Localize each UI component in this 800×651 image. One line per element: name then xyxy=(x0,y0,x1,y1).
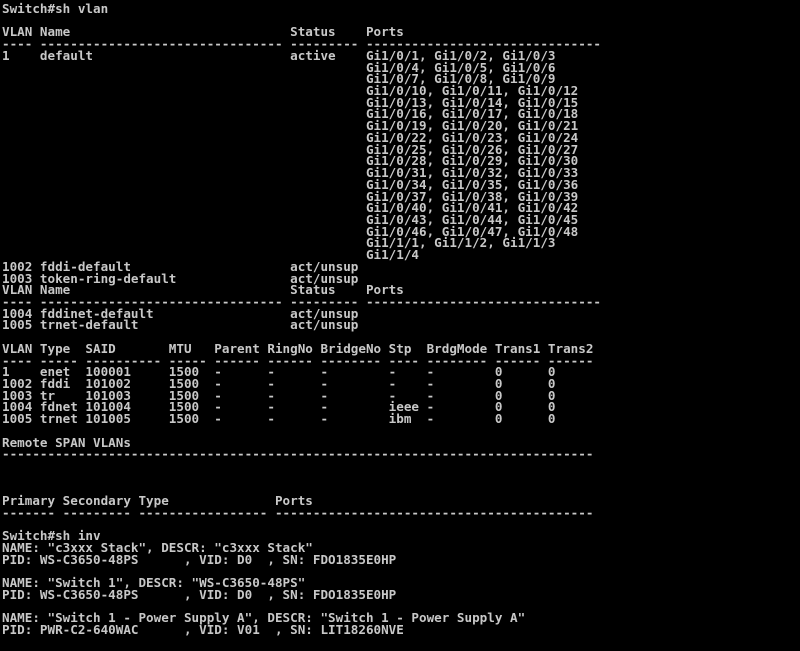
terminal-line: ----------------------------------------… xyxy=(2,446,594,462)
terminal-line: PID: PWR-C2-640WAC , VID: V01 , SN: LIT1… xyxy=(2,622,404,638)
terminal-line: 1005 trnet-default act/unsup xyxy=(2,317,359,333)
terminal-line: 1005 trnet 101005 1500 - - - ibm - 0 0 xyxy=(2,411,556,427)
terminal-line: ------- --------- ----------------- ----… xyxy=(2,504,594,520)
terminal-line: PID: WS-C3650-48PS , VID: D0 , SN: FDO18… xyxy=(2,551,397,567)
terminal-output[interactable]: Switch#sh vlan VLAN Name Status Ports ----… xyxy=(0,0,800,651)
terminal-line: Switch#sh vlan xyxy=(2,1,109,16)
terminal-line: PID: WS-C3650-48PS , VID: D0 , SN: FDO18… xyxy=(2,586,397,602)
